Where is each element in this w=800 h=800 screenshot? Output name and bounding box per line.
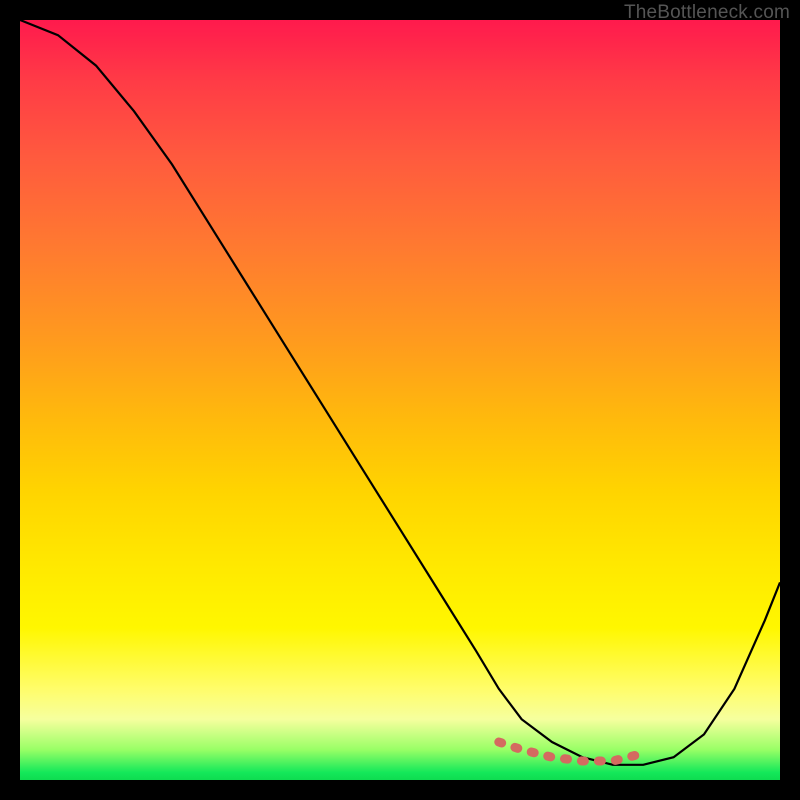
watermark-text: TheBottleneck.com [624, 2, 790, 24]
bottleneck-curve [20, 20, 780, 765]
plot-area [20, 20, 780, 780]
chart-container: TheBottleneck.com [0, 0, 800, 800]
chart-svg [20, 20, 780, 780]
